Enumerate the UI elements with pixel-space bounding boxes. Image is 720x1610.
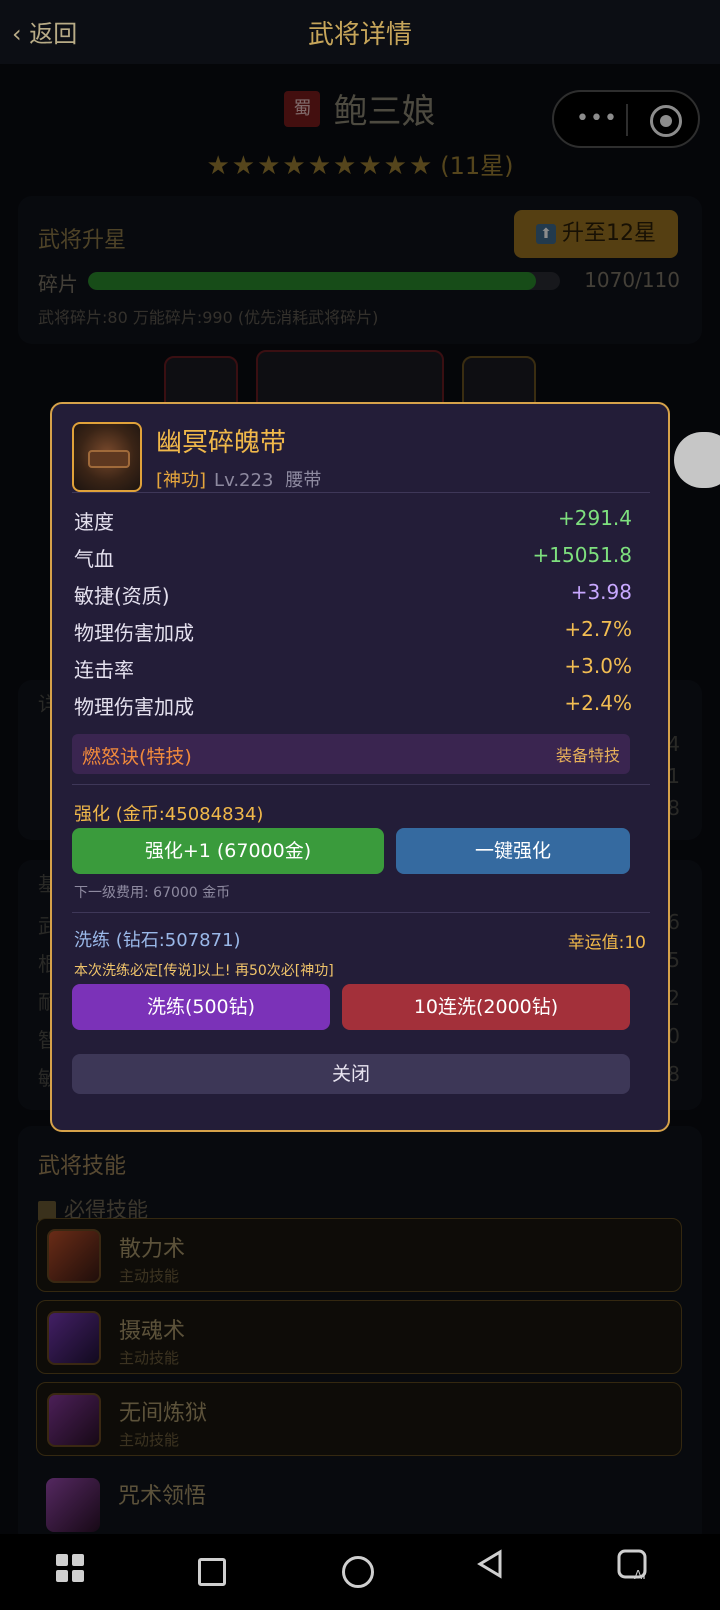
auto-enhance-button[interactable]: 一键强化 xyxy=(396,828,630,874)
stat-name: 物理伤害加成 xyxy=(74,621,194,645)
refine-label: 洗练 (钻石:507871) xyxy=(74,930,241,951)
special-skill-tag: 装备特技 xyxy=(555,746,620,765)
refine-10x-button[interactable]: 10连洗(2000钻) xyxy=(342,984,630,1030)
stat-row: 敏捷(资质) +3.98 xyxy=(74,580,632,610)
home-circle-icon[interactable] xyxy=(342,1556,374,1588)
refine-notice: 本次洗练必定[传说]以上! 再50次必[神功] xyxy=(74,963,334,979)
svg-text:AI: AI xyxy=(634,1568,646,1582)
stat-name: 气血 xyxy=(74,547,114,571)
divider xyxy=(72,912,650,913)
divider xyxy=(72,784,650,785)
stat-value: +3.0% xyxy=(564,654,632,678)
back-triangle-icon[interactable] xyxy=(476,1548,524,1596)
enhance-label: 强化 (金币:45084834) xyxy=(74,804,264,825)
item-level: Lv.223 xyxy=(214,470,274,491)
apps-grid-icon[interactable] xyxy=(56,1548,104,1596)
item-meta: [神功] Lv.223 腰带 xyxy=(156,466,321,492)
belt-shape xyxy=(88,450,130,468)
stat-name: 速度 xyxy=(74,510,114,534)
stat-name: 连击率 xyxy=(74,658,134,682)
stat-row: 速度 +291.4 xyxy=(74,506,632,536)
stat-name: 敏捷(资质) xyxy=(74,584,170,608)
enhance-button[interactable]: 强化+1 (67000金) xyxy=(72,828,384,874)
special-skill-name: 燃怒诀(特技) xyxy=(82,746,192,768)
divider xyxy=(72,492,650,493)
stat-value: +3.98 xyxy=(570,580,632,604)
ai-icon[interactable]: AI xyxy=(616,1548,664,1596)
stat-row: 物理伤害加成 +2.7% xyxy=(74,617,632,647)
item-quality: [神功] xyxy=(156,470,207,491)
stat-value: +15051.8 xyxy=(532,543,632,567)
page-title: 武将详情 xyxy=(307,20,412,50)
stat-value: +2.7% xyxy=(564,617,632,641)
belt-item-icon xyxy=(72,422,142,492)
stat-name: 物理伤害加成 xyxy=(74,695,194,719)
refine-button[interactable]: 洗练(500钻) xyxy=(72,984,330,1030)
stat-row: 物理伤害加成 +2.4% xyxy=(74,691,632,721)
item-name: 幽冥碎魄带 xyxy=(156,428,287,458)
next-level-cost: 下一级费用: 67000 金币 xyxy=(74,885,231,901)
home-square-icon[interactable] xyxy=(198,1558,226,1586)
stat-row: 气血 +15051.8 xyxy=(74,543,632,573)
special-skill-row: 燃怒诀(特技) 装备特技 xyxy=(72,734,630,774)
system-navigation-bar: AI xyxy=(0,1534,720,1610)
stat-value: +291.4 xyxy=(557,506,632,530)
equipment-detail-popup: 幽冥碎魄带 [神功] Lv.223 腰带 速度 +291.4 气血 +15051.8… xyxy=(50,402,670,1132)
top-bar: ‹ 返回 武将详情 xyxy=(0,0,720,64)
luck-value: 幸运值:10 xyxy=(567,933,646,953)
stat-value: +2.4% xyxy=(564,691,632,715)
item-slot-type: 腰带 xyxy=(285,470,322,491)
close-button[interactable]: 关闭 xyxy=(72,1054,630,1094)
stat-row: 连击率 +3.0% xyxy=(74,654,632,684)
